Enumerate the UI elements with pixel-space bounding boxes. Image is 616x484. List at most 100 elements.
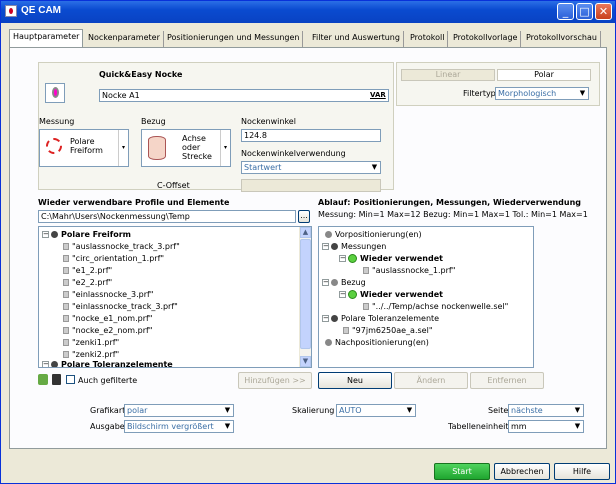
list-item[interactable]: "nocke_e2_nom.prf" — [63, 326, 153, 336]
tab-nockenparameter[interactable]: Nockenparameter — [85, 31, 164, 47]
add-button[interactable]: Hinzufügen >> — [238, 372, 312, 389]
tab-positionierungen[interactable]: Positionierungen und Messungen — [164, 31, 304, 47]
tab-protokoll[interactable]: Protokoll — [407, 31, 449, 47]
tree-node-wieder-verwendet-2[interactable]: − Wieder verwendet — [339, 290, 443, 300]
messung-selector[interactable]: Polare Freiform ▾ — [39, 129, 129, 167]
scroll-thumb[interactable] — [300, 239, 311, 349]
coffset-input[interactable] — [241, 179, 381, 192]
messung-line2: Freiform — [70, 146, 103, 155]
tree-node-file-2[interactable]: "../../Temp/achse nockenwelle.sel" — [363, 302, 508, 312]
trash-icon[interactable] — [52, 374, 61, 385]
path-input[interactable]: C:\Mahr\Users\Nockenmessung\Temp — [38, 210, 296, 223]
also-filtered-checkbox[interactable] — [66, 375, 75, 384]
list-item[interactable]: "einlassnocke_3.prf" — [63, 290, 153, 300]
seite-value: nächste — [511, 406, 543, 415]
chevron-down-icon: ▼ — [222, 421, 233, 432]
minimize-button[interactable]: _ — [557, 3, 574, 20]
list-item[interactable]: "nocke_e1_nom.prf" — [63, 314, 153, 324]
scroll-down-icon[interactable]: ▼ — [300, 356, 311, 367]
verwendung-label: Nockenwinkelverwendung — [241, 149, 346, 158]
new-button[interactable]: Neu — [318, 372, 392, 389]
list-item[interactable]: "einlassnocke_track_3.prf" — [63, 302, 178, 312]
verwendung-value: Startwert — [244, 163, 282, 172]
messung-label: Messung — [39, 117, 75, 126]
verwendung-select[interactable]: Startwert ▼ — [241, 161, 381, 174]
profile-tree: − Polare Freiform "auslassnocke_track_3.p… — [38, 226, 312, 368]
skalierung-select[interactable]: AUTO ▼ — [336, 404, 416, 417]
scroll-up-icon[interactable]: ▲ — [300, 227, 311, 238]
ausgabe-select[interactable]: Bildschirm vergrößert ▼ — [124, 420, 234, 433]
tree-node-toleranz[interactable]: − Polare Toleranzelemente — [322, 314, 439, 324]
nockenwinkel-label: Nockenwinkel — [241, 117, 296, 126]
ausgabe-value: Bildschirm vergrößert — [127, 422, 214, 431]
tab-hauptparameter[interactable]: Hauptparameter — [9, 29, 84, 47]
mode-linear-button[interactable]: Linear — [401, 69, 495, 81]
tree-node-vorpositionierung[interactable]: Vorpositionierung(en) — [325, 230, 422, 240]
left-list-title: Wieder verwendbare Profile und Elemente — [38, 198, 230, 207]
list-item[interactable]: "e2_2.prf" — [63, 278, 112, 288]
cancel-button[interactable]: Abbrechen — [494, 463, 550, 480]
var-button[interactable]: VAR — [370, 91, 386, 99]
window-title: QE CAM — [21, 5, 61, 16]
coffset-label: C-Offset — [157, 181, 190, 190]
grafikart-select[interactable]: polar ▼ — [124, 404, 234, 417]
tree-node-nachpositionierung[interactable]: Nachpositionierung(en) — [325, 338, 429, 348]
filtertyp-label: Filtertyp — [463, 89, 496, 98]
list-item[interactable]: "zenki1.prf" — [63, 338, 119, 348]
refresh-icon[interactable] — [38, 374, 48, 385]
freeform-icon — [46, 138, 62, 154]
start-button[interactable]: Start — [434, 463, 490, 480]
mode-polar-button[interactable]: Polar — [497, 69, 591, 81]
messung-line1: Polare — [70, 137, 95, 146]
name-input[interactable]: Nocke A1 — [99, 89, 389, 102]
list-item[interactable]: "auslassnocke_track_3.prf" — [63, 242, 180, 252]
tree-node-file[interactable]: "auslassnocke_1.prf" — [363, 266, 455, 276]
reuse-icon — [348, 254, 357, 263]
bezug-line2: oder — [182, 143, 201, 152]
tabelleneinheit-label: Tabelleneinheit — [448, 422, 509, 431]
reuse-icon — [348, 290, 357, 299]
list-item[interactable]: "zenki2.prf" — [63, 350, 119, 360]
grafikart-label: Grafikart — [90, 406, 126, 415]
filtertyp-value: Morphologisch — [498, 89, 557, 98]
right-list-title: Ablauf: Positionierungen, Messungen, Wie… — [318, 198, 582, 207]
tree-node-file-3[interactable]: "97jm6250ae_a.sel" — [343, 326, 433, 336]
tree-node-bezug[interactable]: − Bezug — [322, 278, 366, 288]
parameter-group: Quick&Easy Nocke Nocke A1 VAR Messung Po… — [38, 62, 394, 192]
bezug-label: Bezug — [141, 117, 166, 126]
app-icon — [5, 5, 17, 17]
title-bar: QE CAM _ □ ✕ — [1, 1, 615, 23]
bezug-selector[interactable]: Achse oder Strecke ▾ — [141, 129, 231, 167]
list-item[interactable]: "e1_2.prf" — [63, 266, 112, 276]
tree-group-polare-freiform[interactable]: − Polare Freiform — [42, 230, 131, 240]
tab-protokollvorlage[interactable]: Protokollvorlage — [450, 31, 522, 47]
filtertyp-select[interactable]: Morphologisch ▼ — [495, 87, 589, 100]
close-button[interactable]: ✕ — [595, 3, 612, 20]
ausgabe-label: Ausgabe — [90, 422, 125, 431]
tree-node-wieder-verwendet[interactable]: − Wieder verwendet — [339, 254, 443, 264]
tab-protokollvorschau[interactable]: Protokollvorschau — [523, 31, 601, 47]
chevron-down-icon: ▼ — [404, 405, 415, 416]
browse-button[interactable]: ... — [298, 210, 310, 223]
main-window: QE CAM _ □ ✕ Hauptparameter Nockenparame… — [0, 0, 616, 484]
seite-select[interactable]: nächste ▼ — [508, 404, 584, 417]
help-button[interactable]: Hilfe — [554, 463, 610, 480]
skalierung-value: AUTO — [339, 406, 362, 415]
tabelleneinheit-value: mm — [511, 422, 527, 431]
tree-group-polare-toleranz[interactable]: − Polare Toleranzelemente — [42, 360, 173, 367]
also-filtered-label: Auch gefilterte — [78, 376, 138, 385]
tab-filter[interactable]: Filter und Auswertung — [309, 31, 404, 47]
tabelleneinheit-select[interactable]: mm ▼ — [508, 420, 584, 433]
maximize-button[interactable]: □ — [576, 3, 593, 20]
header-title: Quick&Easy Nocke — [99, 70, 183, 79]
change-button[interactable]: Ändern — [394, 372, 468, 389]
scrollbar[interactable]: ▲ ▼ — [299, 227, 311, 367]
nockenwinkel-input[interactable]: 124.8 — [241, 129, 381, 142]
list-item[interactable]: "circ_orientation_1.prf" — [63, 254, 164, 264]
remove-button[interactable]: Entfernen — [470, 372, 544, 389]
grafikart-value: polar — [127, 406, 148, 415]
tree-node-messungen[interactable]: − Messungen — [322, 242, 386, 252]
cam-icon — [45, 83, 65, 103]
mode-group: Linear Polar Filtertyp Morphologisch ▼ — [396, 62, 600, 106]
axis-icon — [148, 136, 166, 160]
